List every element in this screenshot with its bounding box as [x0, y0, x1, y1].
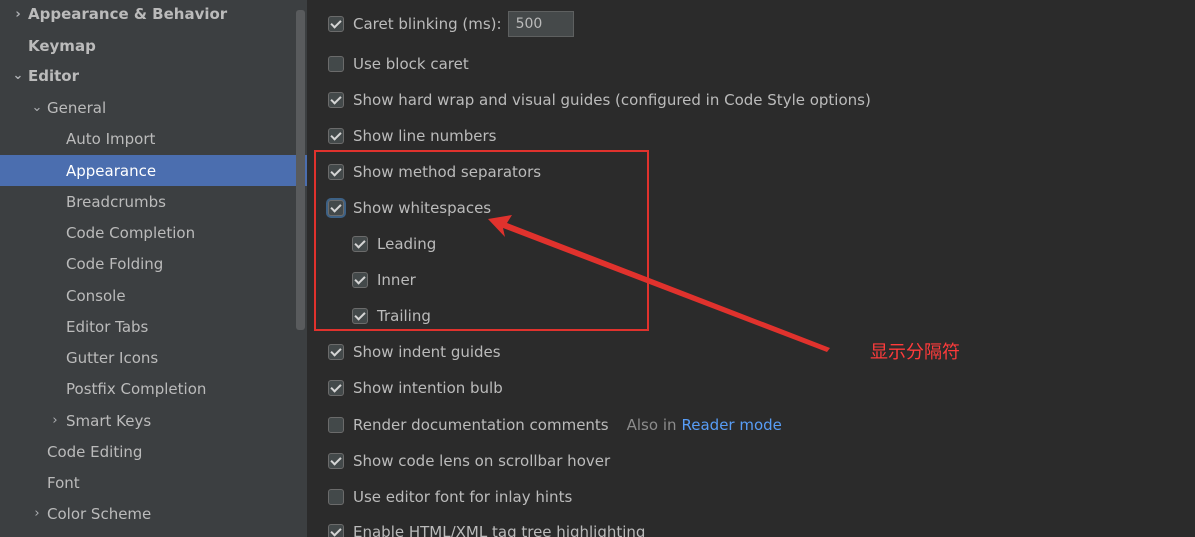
tag-tree-label: Enable HTML/XML tag tree highlighting — [353, 523, 646, 537]
inner-label: Inner — [377, 271, 416, 289]
tree-item-label: Editor Tabs — [66, 317, 149, 336]
tree-item-gutter-icons[interactable]: Gutter Icons — [0, 342, 307, 373]
hard-wrap-label: Show hard wrap and visual guides (config… — [353, 91, 871, 109]
indent-guides-checkbox[interactable] — [328, 344, 344, 360]
tree-item-general[interactable]: ⌄ General — [0, 92, 307, 123]
block-caret-option[interactable]: Use block caret — [328, 52, 469, 76]
tree-item-label: General — [47, 98, 107, 117]
tree-item-label: Smart Keys — [66, 411, 152, 430]
tree-item-label: Editor — [28, 66, 79, 85]
tree-item-code-editing[interactable]: Code Editing — [0, 436, 307, 467]
inlay-font-checkbox[interactable] — [328, 489, 344, 505]
leading-label: Leading — [377, 235, 437, 253]
tree-item-breadcrumbs[interactable]: Breadcrumbs — [0, 186, 307, 217]
chevron-down-icon[interactable]: ⌄ — [29, 100, 45, 115]
tree-item-keymap[interactable]: Keymap — [0, 30, 307, 61]
chevron-right-icon[interactable]: › — [29, 506, 45, 521]
whitespaces-option[interactable]: Show whitespaces — [328, 196, 491, 220]
tree-item-label: Font — [47, 473, 80, 492]
settings-tree: › Appearance & Behavior Keymap ⌄ Editor … — [0, 0, 307, 537]
tree-item-label: Gutter Icons — [66, 348, 159, 367]
method-separators-checkbox[interactable] — [328, 164, 344, 180]
render-docs-checkbox[interactable] — [328, 417, 344, 433]
tree-item-auto-import[interactable]: Auto Import — [0, 123, 307, 154]
method-separators-option[interactable]: Show method separators — [328, 160, 541, 184]
tree-item-code-folding[interactable]: Code Folding — [0, 248, 307, 279]
tree-item-code-completion[interactable]: Code Completion — [0, 217, 307, 248]
block-caret-checkbox[interactable] — [328, 56, 344, 72]
tree-item-label: Code Editing — [47, 442, 143, 461]
tree-item-smart-keys[interactable]: › Smart Keys — [0, 405, 307, 436]
trailing-label: Trailing — [377, 307, 431, 325]
tree-item-label: Code Completion — [66, 223, 196, 242]
tree-item-console[interactable]: Console — [0, 280, 307, 311]
method-separators-label: Show method separators — [353, 163, 542, 181]
caret-blinking-input[interactable] — [507, 11, 574, 37]
tree-item-label: Code Folding — [66, 254, 164, 273]
hard-wrap-option[interactable]: Show hard wrap and visual guides (config… — [328, 88, 871, 112]
caret-blinking-label: Caret blinking (ms): — [353, 15, 502, 33]
block-caret-label: Use block caret — [353, 55, 469, 73]
tag-tree-checkbox[interactable] — [328, 524, 344, 537]
hard-wrap-checkbox[interactable] — [328, 92, 344, 108]
tree-item-editor[interactable]: ⌄ Editor — [0, 60, 307, 91]
tree-item-editor-tabs[interactable]: Editor Tabs — [0, 311, 307, 342]
tag-tree-option[interactable]: Enable HTML/XML tag tree highlighting — [328, 520, 645, 537]
chevron-down-icon[interactable]: ⌄ — [10, 68, 26, 83]
inner-checkbox[interactable] — [352, 272, 368, 288]
caret-blinking-checkbox[interactable] — [328, 16, 344, 32]
line-numbers-checkbox[interactable] — [328, 128, 344, 144]
sidebar-scrollbar[interactable] — [296, 10, 305, 330]
tree-item-font[interactable]: Font — [0, 467, 307, 498]
annotation-label: 显示分隔符 — [870, 342, 960, 363]
leading-checkbox[interactable] — [352, 236, 368, 252]
render-docs-option[interactable]: Render documentation comments Also in Re… — [328, 413, 782, 437]
tree-item-label: Auto Import — [66, 129, 156, 148]
trailing-option[interactable]: Trailing — [352, 304, 431, 328]
inlay-font-option[interactable]: Use editor font for inlay hints — [328, 485, 572, 509]
indent-guides-label: Show indent guides — [353, 343, 501, 361]
trailing-checkbox[interactable] — [352, 308, 368, 324]
line-numbers-option[interactable]: Show line numbers — [328, 124, 496, 148]
chevron-right-icon[interactable]: › — [47, 413, 63, 428]
chevron-right-icon[interactable]: › — [10, 7, 26, 22]
intention-bulb-option[interactable]: Show intention bulb — [328, 376, 503, 400]
render-docs-note: Also in — [626, 416, 677, 434]
indent-guides-option[interactable]: Show indent guides — [328, 340, 501, 364]
whitespaces-label: Show whitespaces — [353, 199, 492, 217]
line-numbers-label: Show line numbers — [353, 127, 497, 145]
intention-bulb-label: Show intention bulb — [353, 379, 503, 397]
leading-option[interactable]: Leading — [352, 232, 436, 256]
tree-item-label: Appearance & Behavior — [28, 5, 228, 23]
tree-item-label: Breadcrumbs — [66, 192, 166, 211]
intention-bulb-checkbox[interactable] — [328, 380, 344, 396]
caret-blinking-option[interactable]: Caret blinking (ms): — [328, 11, 574, 37]
tree-item-label: Color Scheme — [47, 504, 152, 523]
tree-item-label: Postfix Completion — [66, 379, 207, 398]
whitespaces-checkbox[interactable] — [328, 200, 344, 216]
inner-option[interactable]: Inner — [352, 268, 416, 292]
inlay-font-label: Use editor font for inlay hints — [353, 488, 573, 506]
reader-mode-link[interactable]: Reader mode — [682, 416, 782, 434]
code-lens-checkbox[interactable] — [328, 453, 344, 469]
tree-item-label: Keymap — [28, 36, 96, 55]
settings-panel: Caret blinking (ms): Use block caret Sho… — [307, 0, 1195, 537]
tree-item-appearance[interactable]: Appearance — [0, 155, 307, 186]
tree-item-label: Appearance — [66, 161, 157, 180]
render-docs-label: Render documentation comments — [353, 416, 609, 434]
tree-item-appearance-behavior[interactable]: › Appearance & Behavior — [0, 0, 307, 28]
tree-item-color-scheme[interactable]: › Color Scheme — [0, 498, 307, 529]
tree-item-postfix-completion[interactable]: Postfix Completion — [0, 373, 307, 404]
tree-item-label: Console — [66, 286, 126, 305]
code-lens-label: Show code lens on scrollbar hover — [353, 452, 611, 470]
code-lens-option[interactable]: Show code lens on scrollbar hover — [328, 449, 610, 473]
